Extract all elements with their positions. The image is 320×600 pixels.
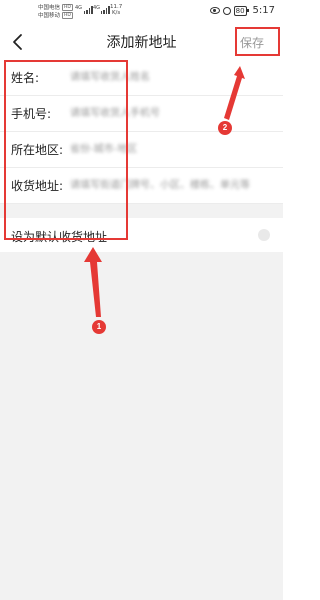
address-label: 收货地址: (11, 179, 64, 193)
default-address-toggle[interactable] (258, 229, 270, 241)
chevron-left-icon (13, 34, 22, 50)
signal-icon-2 (101, 6, 110, 14)
eye-comfort-icon (209, 7, 220, 14)
default-address-row: 设为默认收货地址 (0, 218, 283, 252)
battery-icon: 80 (233, 5, 249, 16)
signal-type-2: 4G (93, 5, 101, 11)
region-picker[interactable] (70, 141, 170, 158)
annotation-badge-2: 2 (218, 121, 232, 135)
clock: 5:17 (252, 5, 275, 16)
screen: 中国电信 HD 中国移动 HD 4G 4G 11.7 K/s 80 5:17 添… (0, 0, 283, 600)
status-bar: 中国电信 HD 中国移动 HD 4G 4G 11.7 K/s 80 5:17 (0, 0, 283, 24)
nav-header: 添加新地址 保存 (0, 24, 283, 60)
signal-icon (84, 6, 93, 14)
annotation-arrow-1 (84, 247, 102, 317)
carrier-2-label: 中国移动 (38, 13, 61, 19)
carrier-1-label: 中国电信 (38, 5, 61, 11)
signal-type: 4G (75, 5, 83, 11)
back-button[interactable] (6, 30, 30, 54)
phone-row: 手机号: (0, 96, 283, 132)
address-row: 收货地址: (0, 168, 283, 204)
network-speed-unit: K/s (111, 10, 121, 16)
carrier-2: 中国移动 HD (38, 12, 73, 19)
name-label: 姓名: (11, 71, 40, 85)
carrier-1: 中国电信 HD (38, 4, 73, 11)
alarm-icon (222, 6, 231, 15)
name-input[interactable] (70, 69, 180, 86)
hd-badge: HD (62, 4, 73, 11)
save-button[interactable]: 保存 (240, 34, 264, 51)
address-form: 姓名: 手机号: 所在地区: 收货地址: 设为默认收货地址 (0, 60, 283, 252)
region-row: 所在地区: (0, 132, 283, 168)
region-label: 所在地区: (11, 143, 64, 157)
default-address-label: 设为默认收货地址 (11, 230, 108, 244)
annotation-badge-1: 1 (92, 320, 106, 334)
name-row: 姓名: (0, 60, 283, 96)
section-gap (0, 204, 283, 218)
hd-badge-2: HD (62, 12, 73, 19)
phone-input[interactable] (70, 105, 200, 122)
phone-label: 手机号: (11, 107, 52, 121)
network-speed: 11.7 K/s (110, 4, 122, 16)
status-right: 80 5:17 (209, 5, 275, 16)
address-input[interactable] (70, 177, 275, 194)
